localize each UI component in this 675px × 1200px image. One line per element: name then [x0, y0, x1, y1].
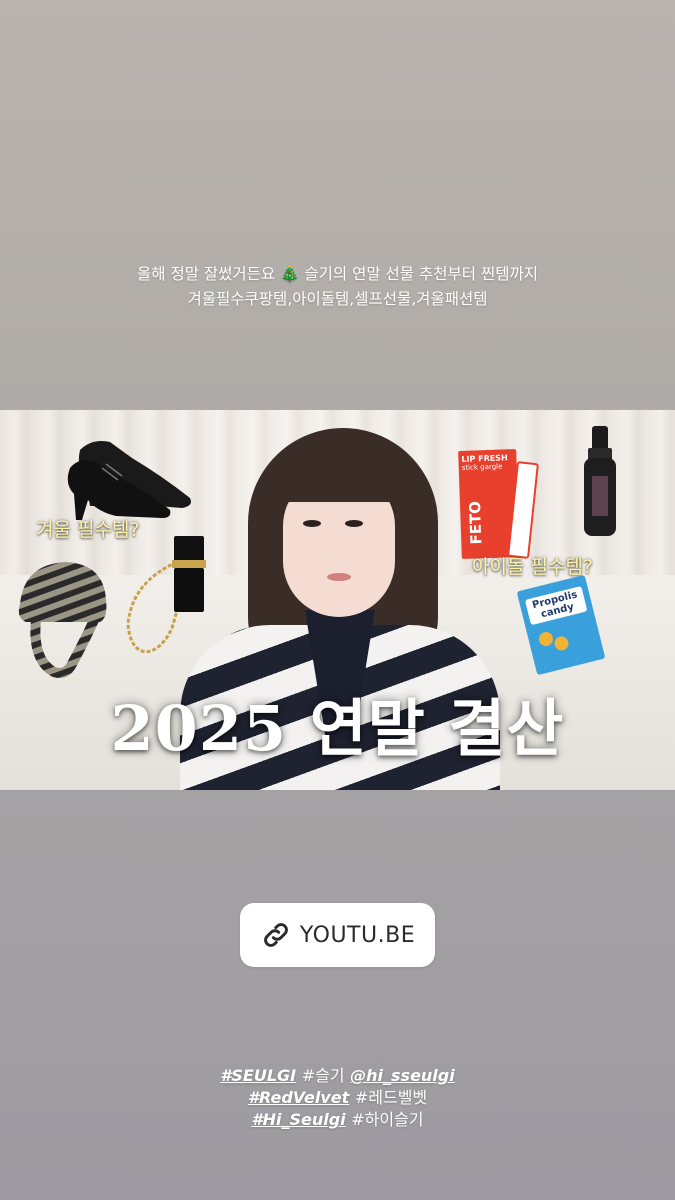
tag-row-2: #RedVelvet #레드벨벳 [0, 1087, 675, 1109]
link-label: YOUTU.BE [299, 922, 416, 948]
product-brand: FETO [465, 500, 486, 545]
candy-label: Propolis candy [524, 585, 588, 626]
striped-hat-image [18, 562, 107, 678]
hashtag-block: #SEULGI #슬기 @hi_sseulgi #RedVelvet #레드벨벳… [0, 1065, 675, 1131]
caption-text: 슬기의 연말 선물 추천부터 찐템까지 [304, 265, 538, 283]
shoes-image [67, 441, 191, 520]
hashtag-link[interactable]: #SEULGI [220, 1066, 296, 1085]
hashtag-link[interactable]: #Hi_Seulgi [251, 1110, 345, 1129]
hashtag-link[interactable]: #슬기 [302, 1066, 345, 1085]
person-eye-left [303, 520, 321, 527]
christmas-tree-icon: 🎄 [280, 265, 300, 283]
caption-text: 올해 정말 잘썼거든요 [137, 265, 276, 283]
candy-ball [537, 630, 555, 648]
thumbnail-headline: 2025 연말 결산 [110, 692, 565, 765]
caption-line-2: 겨울필수쿠팡템,아이돌템,셀프선물,겨울패션템 [187, 290, 488, 308]
link-icon [264, 923, 288, 947]
hashtag-link[interactable]: #RedVelvet [248, 1088, 349, 1107]
spray-bottle-image [584, 426, 616, 536]
product-text: LIP FRESH [461, 453, 508, 464]
lipstick-image [126, 536, 206, 654]
caption-line-1: 올해 정말 잘썼거든요 🎄 슬기의 연말 선물 추천부터 찐템까지 [0, 262, 675, 287]
hashtag-link[interactable]: #하이슬기 [351, 1110, 423, 1129]
hashtag-link[interactable]: #레드벨벳 [355, 1088, 427, 1107]
person-eye-right [345, 520, 363, 527]
person-lips [327, 573, 351, 581]
youtube-link-sticker[interactable]: YOUTU.BE [240, 903, 435, 967]
person-bangs [278, 458, 400, 502]
tag-row-1: #SEULGI #슬기 @hi_sseulgi [0, 1065, 675, 1087]
product-text: stick gargle [461, 462, 503, 472]
label-idol-essentials: 아이돌 필수템? [472, 556, 594, 578]
video-thumbnail: 겨울 필수템? LIP FRESH stick gargle FETO 아이돌 … [0, 410, 675, 790]
story-caption: 올해 정말 잘썼거든요 🎄 슬기의 연말 선물 추천부터 찐템까지 겨울필수쿠팡… [0, 262, 675, 312]
tag-row-3: #Hi_Seulgi #하이슬기 [0, 1109, 675, 1131]
mention-link[interactable]: @hi_sseulgi [350, 1066, 455, 1085]
candy-ball [552, 634, 570, 652]
